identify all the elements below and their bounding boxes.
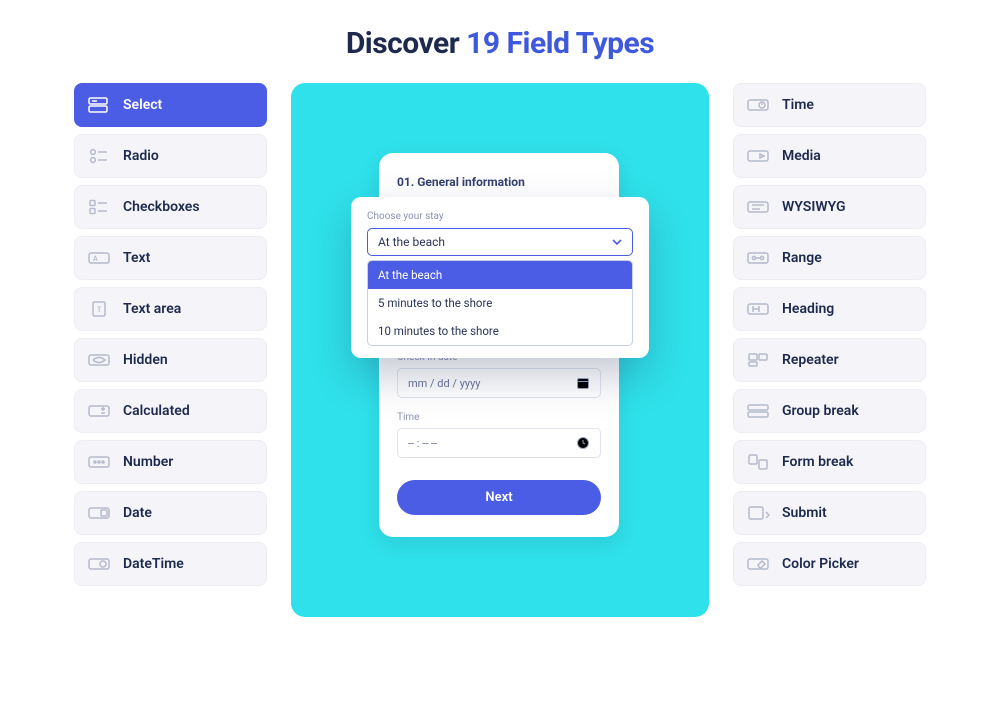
select-icon (87, 96, 111, 114)
textarea-icon: T (87, 300, 111, 318)
field-type-textarea[interactable]: T Text area (74, 287, 267, 331)
datetime-icon (87, 555, 111, 573)
field-type-label: Hidden (123, 352, 168, 368)
field-type-label: Heading (782, 301, 834, 317)
field-type-range[interactable]: Range (733, 236, 926, 280)
field-type-label: Color Picker (782, 556, 859, 572)
layout: Select Radio Checkboxes A Text T Text area Hidd… (0, 61, 1000, 617)
field-type-label: Repeater (782, 352, 839, 368)
dropdown-popup: Choose your stay At the beach At the bea… (351, 197, 649, 358)
time-input[interactable]: -- : -- -- (397, 428, 601, 458)
field-type-calculated[interactable]: Calculated (74, 389, 267, 433)
field-type-form[interactable]: Form break (733, 440, 926, 484)
submit-icon (746, 504, 770, 522)
dropdown-option[interactable]: 5 minutes to the shore (368, 289, 632, 317)
field-type-radio[interactable]: Radio (74, 134, 267, 178)
field-type-label: Number (123, 454, 173, 470)
dropdown-selected[interactable]: At the beach (367, 228, 633, 256)
field-type-repeater[interactable]: Repeater (733, 338, 926, 382)
field-type-color[interactable]: Color Picker (733, 542, 926, 586)
field-type-wysiwyg[interactable]: WYSIWYG (733, 185, 926, 229)
dropdown-label: Choose your stay (367, 211, 633, 222)
field-type-label: Radio (123, 148, 159, 164)
field-list-right: Time Media WYSIWYG Range Heading Repeater Grou… (733, 83, 926, 586)
field-type-label: Media (782, 148, 821, 164)
field-type-select[interactable]: Select (74, 83, 267, 127)
group-icon (746, 402, 770, 420)
checkboxes-icon (87, 198, 111, 216)
text-icon: A (87, 249, 111, 267)
field-type-label: WYSIWYG (782, 199, 846, 215)
time-label: Time (397, 412, 601, 423)
field-type-group[interactable]: Group break (733, 389, 926, 433)
calculated-icon (87, 402, 111, 420)
field-type-label: Checkboxes (123, 199, 200, 215)
dropdown-option[interactable]: 10 minutes to the shore (368, 317, 632, 345)
field-type-submit[interactable]: Submit (733, 491, 926, 535)
svg-text:A: A (93, 255, 98, 263)
date-icon (87, 504, 111, 522)
field-type-label: Time (782, 97, 814, 113)
field-type-date[interactable]: Date (74, 491, 267, 535)
field-type-label: Form break (782, 454, 853, 470)
field-type-label: Group break (782, 403, 859, 419)
field-type-label: Range (782, 250, 822, 266)
wysiwyg-icon (746, 198, 770, 216)
field-type-checkboxes[interactable]: Checkboxes (74, 185, 267, 229)
clock-icon (576, 436, 590, 450)
calendar-icon (576, 376, 590, 390)
field-type-datetime[interactable]: DateTime (74, 542, 267, 586)
checkin-input[interactable]: mm / dd / yyyy (397, 368, 601, 398)
dropdown-option[interactable]: At the beach (368, 261, 632, 289)
field-type-label: Text (123, 250, 150, 266)
media-icon (746, 147, 770, 165)
heading-icon (746, 300, 770, 318)
preview-backdrop: 01. General information 1 Check-in date … (291, 83, 709, 617)
checkin-group: Check-in date mm / dd / yyyy (397, 352, 601, 398)
number-icon (87, 453, 111, 471)
repeater-icon (746, 351, 770, 369)
field-type-label: Text area (123, 301, 181, 317)
time-icon (746, 96, 770, 114)
field-type-label: DateTime (123, 556, 184, 572)
chevron-down-icon (612, 237, 622, 247)
field-type-label: Date (123, 505, 152, 521)
section-title: 01. General information (397, 175, 601, 189)
field-type-label: Calculated (123, 403, 190, 419)
field-type-text[interactable]: A Text (74, 236, 267, 280)
field-type-label: Submit (782, 505, 827, 521)
hidden-icon (87, 351, 111, 369)
field-list-left: Select Radio Checkboxes A Text T Text area Hidd… (74, 83, 267, 586)
dropdown-options: At the beach5 minutes to the shore10 min… (367, 260, 633, 346)
field-type-time[interactable]: Time (733, 83, 926, 127)
next-button[interactable]: Next (397, 480, 601, 515)
page-heading: Discover 19 Field Types (0, 26, 1000, 61)
field-type-number[interactable]: Number (74, 440, 267, 484)
radio-icon (87, 147, 111, 165)
range-icon (746, 249, 770, 267)
field-type-hidden[interactable]: Hidden (74, 338, 267, 382)
field-type-heading[interactable]: Heading (733, 287, 926, 331)
svg-text:T: T (97, 306, 102, 314)
time-group: Time -- : -- -- (397, 412, 601, 458)
preview-area: 01. General information 1 Check-in date … (291, 83, 709, 617)
color-icon (746, 555, 770, 573)
form-icon (746, 453, 770, 471)
field-type-media[interactable]: Media (733, 134, 926, 178)
field-type-label: Select (123, 97, 162, 113)
